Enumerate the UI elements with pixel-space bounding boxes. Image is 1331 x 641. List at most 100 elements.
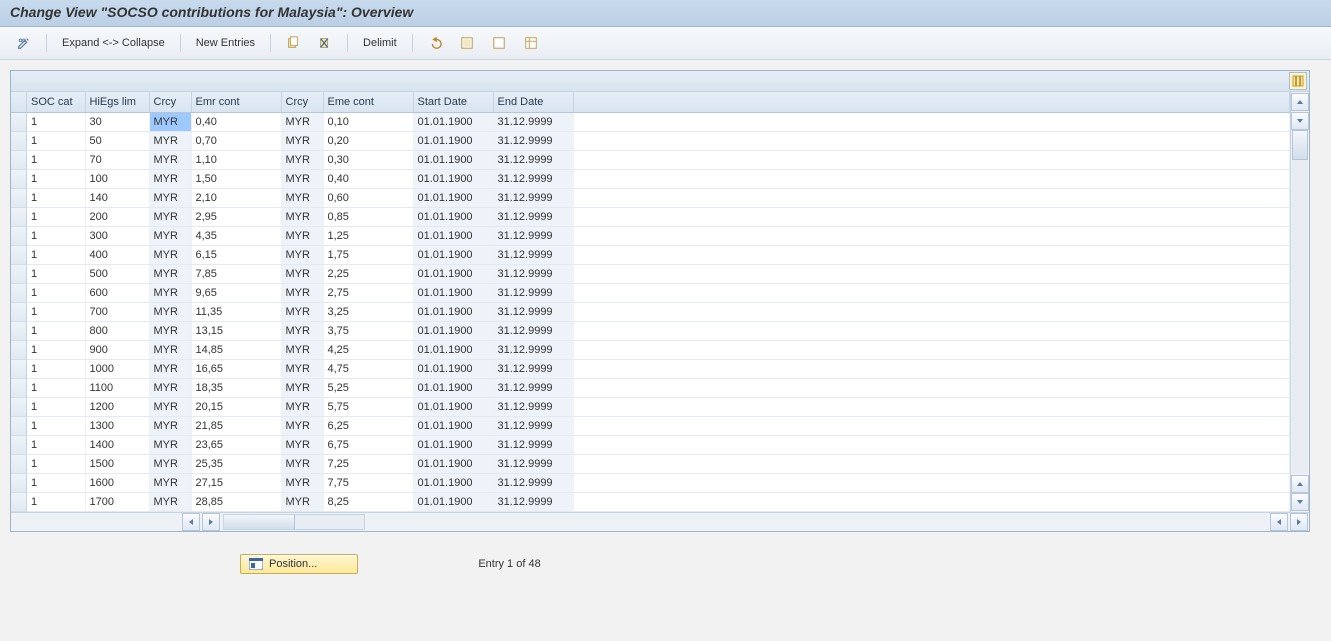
table-row[interactable]: 1600MYR9,65MYR2,7501.01.190031.12.9999 — [27, 284, 1290, 303]
scroll-right-button[interactable] — [202, 513, 220, 531]
cell-emr-cont[interactable]: 14,85 — [191, 341, 281, 360]
table-row[interactable]: 11100MYR18,35MYR5,2501.01.190031.12.9999 — [27, 379, 1290, 398]
cell-eme-cont[interactable]: 5,75 — [323, 398, 413, 417]
cell-emr-cont[interactable]: 1,10 — [191, 151, 281, 170]
cell-soc-cat[interactable]: 1 — [27, 113, 85, 132]
cell-eme-cont[interactable]: 0,85 — [323, 208, 413, 227]
page-down-button[interactable] — [1291, 475, 1309, 493]
table-row[interactable]: 1140MYR2,10MYR0,6001.01.190031.12.9999 — [27, 189, 1290, 208]
table-row[interactable]: 150MYR0,70MYR0,2001.01.190031.12.9999 — [27, 132, 1290, 151]
new-entries-button[interactable]: New Entries — [189, 34, 262, 52]
table-row[interactable]: 11300MYR21,85MYR6,2501.01.190031.12.9999 — [27, 417, 1290, 436]
cell-emr-cont[interactable]: 27,15 — [191, 474, 281, 493]
cell-eme-cont[interactable]: 5,25 — [323, 379, 413, 398]
table-row[interactable]: 11700MYR28,85MYR8,2501.01.190031.12.9999 — [27, 493, 1290, 512]
cell-soc-cat[interactable]: 1 — [27, 455, 85, 474]
cell-emr-cont[interactable]: 21,85 — [191, 417, 281, 436]
cell-hiegs-lim[interactable]: 1200 — [85, 398, 149, 417]
cell-hiegs-lim[interactable]: 50 — [85, 132, 149, 151]
cell-soc-cat[interactable]: 1 — [27, 303, 85, 322]
row-selector[interactable] — [11, 246, 27, 265]
cell-eme-cont[interactable]: 7,75 — [323, 474, 413, 493]
cell-eme-cont[interactable]: 6,25 — [323, 417, 413, 436]
cell-eme-cont[interactable]: 3,75 — [323, 322, 413, 341]
hscroll-thumb[interactable] — [224, 515, 295, 529]
cell-soc-cat[interactable]: 1 — [27, 189, 85, 208]
cell-hiegs-lim[interactable]: 500 — [85, 265, 149, 284]
vertical-scrollbar[interactable] — [1290, 92, 1309, 512]
table-row[interactable]: 11400MYR23,65MYR6,7501.01.190031.12.9999 — [27, 436, 1290, 455]
cell-eme-cont[interactable]: 2,25 — [323, 265, 413, 284]
cell-emr-cont[interactable]: 1,50 — [191, 170, 281, 189]
cell-soc-cat[interactable]: 1 — [27, 208, 85, 227]
row-selector[interactable] — [11, 474, 27, 493]
row-selector[interactable] — [11, 398, 27, 417]
cell-hiegs-lim[interactable]: 1000 — [85, 360, 149, 379]
scroll-thumb[interactable] — [1292, 130, 1308, 160]
cell-hiegs-lim[interactable]: 600 — [85, 284, 149, 303]
table-row[interactable]: 1700MYR11,35MYR3,2501.01.190031.12.9999 — [27, 303, 1290, 322]
cell-emr-cont[interactable]: 28,85 — [191, 493, 281, 512]
col-hiegs-lim[interactable]: HiEgs lim — [85, 92, 149, 113]
cell-hiegs-lim[interactable]: 70 — [85, 151, 149, 170]
cell-soc-cat[interactable]: 1 — [27, 246, 85, 265]
cell-soc-cat[interactable]: 1 — [27, 132, 85, 151]
cell-emr-cont[interactable]: 4,35 — [191, 227, 281, 246]
cell-hiegs-lim[interactable]: 300 — [85, 227, 149, 246]
cell-eme-cont[interactable]: 0,30 — [323, 151, 413, 170]
table-row[interactable]: 130MYR0,40MYR0,1001.01.190031.12.9999 — [27, 113, 1290, 132]
toggle-display-change-button[interactable] — [10, 33, 38, 53]
row-selector[interactable] — [11, 455, 27, 474]
cell-soc-cat[interactable]: 1 — [27, 360, 85, 379]
col-crcy2[interactable]: Crcy — [281, 92, 323, 113]
cell-soc-cat[interactable]: 1 — [27, 322, 85, 341]
row-selector[interactable] — [11, 189, 27, 208]
cell-emr-cont[interactable]: 2,10 — [191, 189, 281, 208]
cell-hiegs-lim[interactable]: 1300 — [85, 417, 149, 436]
cell-soc-cat[interactable]: 1 — [27, 284, 85, 303]
cell-emr-cont[interactable]: 0,40 — [191, 113, 281, 132]
undo-button[interactable] — [421, 33, 449, 53]
row-selector[interactable] — [11, 227, 27, 246]
cell-soc-cat[interactable]: 1 — [27, 265, 85, 284]
cell-hiegs-lim[interactable]: 800 — [85, 322, 149, 341]
cell-emr-cont[interactable]: 2,95 — [191, 208, 281, 227]
cell-emr-cont[interactable]: 7,85 — [191, 265, 281, 284]
cell-eme-cont[interactable]: 0,60 — [323, 189, 413, 208]
configure-columns-button[interactable] — [1289, 72, 1307, 90]
table-row[interactable]: 11000MYR16,65MYR4,7501.01.190031.12.9999 — [27, 360, 1290, 379]
cell-eme-cont[interactable]: 0,40 — [323, 170, 413, 189]
table-row[interactable]: 1900MYR14,85MYR4,2501.01.190031.12.9999 — [27, 341, 1290, 360]
cell-soc-cat[interactable]: 1 — [27, 379, 85, 398]
expand-collapse-button[interactable]: Expand <-> Collapse — [55, 34, 172, 52]
row-selector[interactable] — [11, 379, 27, 398]
hscroll-track[interactable] — [223, 514, 365, 530]
table-row[interactable]: 1300MYR4,35MYR1,2501.01.190031.12.9999 — [27, 227, 1290, 246]
row-selector[interactable] — [11, 265, 27, 284]
cell-emr-cont[interactable]: 16,65 — [191, 360, 281, 379]
cell-eme-cont[interactable]: 1,75 — [323, 246, 413, 265]
row-selector[interactable] — [11, 322, 27, 341]
row-selector[interactable] — [11, 341, 27, 360]
cell-emr-cont[interactable]: 20,15 — [191, 398, 281, 417]
table-row[interactable]: 11600MYR27,15MYR7,7501.01.190031.12.9999 — [27, 474, 1290, 493]
table-row[interactable]: 11200MYR20,15MYR5,7501.01.190031.12.9999 — [27, 398, 1290, 417]
cell-soc-cat[interactable]: 1 — [27, 493, 85, 512]
cell-eme-cont[interactable]: 1,25 — [323, 227, 413, 246]
row-selector-header[interactable] — [11, 92, 27, 113]
table-row[interactable]: 1400MYR6,15MYR1,7501.01.190031.12.9999 — [27, 246, 1290, 265]
table-row[interactable]: 11500MYR25,35MYR7,2501.01.190031.12.9999 — [27, 455, 1290, 474]
scroll-down-button[interactable] — [1291, 493, 1309, 511]
deselect-all-button[interactable] — [485, 33, 513, 53]
cell-hiegs-lim[interactable]: 400 — [85, 246, 149, 265]
cell-eme-cont[interactable]: 0,10 — [323, 113, 413, 132]
delete-button[interactable] — [311, 33, 339, 53]
cell-emr-cont[interactable]: 23,65 — [191, 436, 281, 455]
scroll-up-button[interactable] — [1291, 93, 1309, 111]
scroll-left-end-button[interactable] — [1270, 513, 1288, 531]
cell-hiegs-lim[interactable]: 700 — [85, 303, 149, 322]
cell-hiegs-lim[interactable]: 140 — [85, 189, 149, 208]
cell-emr-cont[interactable]: 18,35 — [191, 379, 281, 398]
cell-eme-cont[interactable]: 4,75 — [323, 360, 413, 379]
position-button[interactable]: Position... — [240, 554, 358, 574]
